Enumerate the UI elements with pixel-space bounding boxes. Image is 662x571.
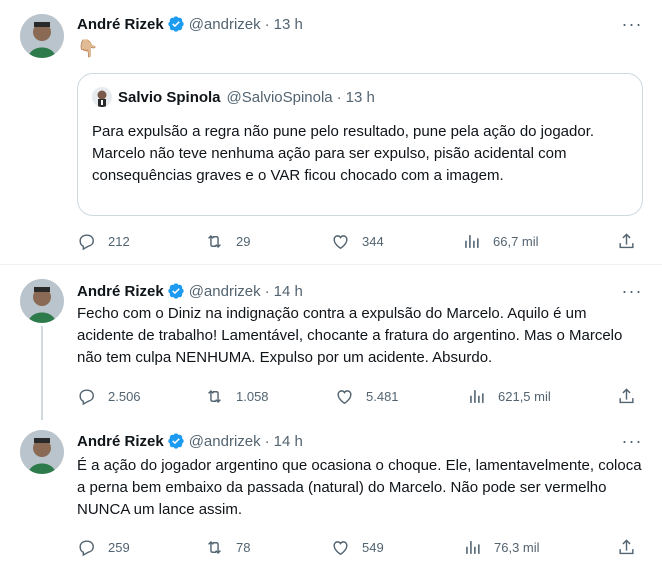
reply-count: 259 [108,539,130,555]
share-icon [619,232,634,248]
reply-icon [79,539,94,556]
retweet-count: 78 [236,539,251,555]
retweet-count: 29 [236,233,251,249]
retweet-icon [208,234,221,248]
like-count: 344 [362,233,384,249]
like-icon [337,389,352,404]
quoted-tweet[interactable]: Salvio Spinola @SalvioSpinola · 13 h Par… [77,73,643,216]
separator: · [264,432,270,450]
retweet-button[interactable]: 78 [205,535,250,559]
author-name[interactable]: André Rizek [77,16,164,33]
more-icon[interactable]: ··· [622,431,642,451]
like-count: 5.481 [366,388,399,404]
tweet-text: Fecho com o Diniz na indignação contra a… [77,305,623,366]
like-count: 549 [362,539,384,555]
quote-author-name: Salvio Spinola [118,88,221,106]
quote-author-handle: @SalvioSpinola [226,88,333,106]
quote-text: Para expulsão a regra não pune pelo resu… [92,121,628,187]
views-icon [466,540,480,554]
views-count: 621,5 mil [498,388,551,404]
views-button[interactable]: 66,7 mil [462,229,539,253]
reply-count: 212 [108,233,130,249]
views-icon [470,389,484,403]
separator: · [336,88,342,106]
share-icon [619,387,634,403]
verified-badge-icon [167,282,185,300]
views-count: 66,7 mil [493,233,539,249]
like-icon [333,234,348,249]
share-icon [619,538,634,554]
views-button[interactable]: 621,5 mil [467,384,551,408]
action-bar: 2.506 1.058 5.481 621,5 mil [77,384,643,408]
like-button[interactable]: 344 [331,229,384,253]
quote-timestamp: 13 h [345,88,375,106]
quote-avatar [92,87,112,107]
retweet-button[interactable]: 29 [205,229,250,253]
verified-badge-icon [167,15,185,33]
separator: · [264,282,270,300]
author-handle[interactable]: @andrizek [189,16,261,33]
views-icon [465,234,479,248]
timestamp[interactable]: 14 h [274,433,303,450]
verified-badge-icon [167,432,185,450]
like-button[interactable]: 5.481 [335,384,399,408]
quote-header: Salvio Spinola @SalvioSpinola · 13 h [92,87,375,107]
avatar[interactable] [20,430,64,474]
retweet-icon [208,389,221,403]
tweet-3[interactable]: André Rizek @andrizek · 14 h ··· É a açã… [0,425,662,571]
thread-connector [41,326,43,420]
timestamp[interactable]: 14 h [274,283,303,300]
reply-button[interactable]: 2.506 [77,384,141,408]
author-name[interactable]: André Rizek [77,283,164,300]
retweet-count: 1.058 [236,388,269,404]
timestamp[interactable]: 13 h [274,16,303,33]
retweet-button[interactable]: 1.058 [205,384,269,408]
more-icon[interactable]: ··· [622,281,642,301]
quote-line: Marcelo não teve nenhuma ação para ser e… [92,145,567,184]
reply-icon [79,233,94,250]
like-icon [333,540,348,555]
avatar[interactable] [20,279,64,323]
share-button[interactable] [617,229,648,253]
views-count: 76,3 mil [494,539,540,555]
author-handle[interactable]: @andrizek [189,283,261,300]
tweet-header: André Rizek @andrizek · 13 h [77,13,303,35]
tweet-1[interactable]: André Rizek @andrizek · 13 h ··· 👇🏼 Salv… [0,0,662,263]
reply-button[interactable]: 259 [77,535,130,559]
like-button[interactable]: 549 [331,535,384,559]
reply-icon [79,388,94,405]
reply-button[interactable]: 212 [77,229,130,253]
tweet-header: André Rizek @andrizek · 14 h [77,280,303,302]
tweet-text: É a ação do jogador argentino que ocasio… [77,457,642,518]
avatar[interactable] [20,14,64,58]
action-bar: 259 78 549 76,3 mil [77,535,643,559]
action-bar: 212 29 344 66,7 mil [77,229,643,253]
tweet-header: André Rizek @andrizek · 14 h [77,430,303,452]
more-icon[interactable]: ··· [622,14,642,34]
separator: · [264,15,270,33]
author-name[interactable]: André Rizek [77,433,164,450]
author-handle[interactable]: @andrizek [189,433,261,450]
share-button[interactable] [617,535,648,559]
views-button[interactable]: 76,3 mil [463,535,540,559]
tweet-text: 👇🏼 [77,39,99,58]
retweet-icon [208,540,221,554]
share-button[interactable] [617,384,648,408]
quote-line: Para expulsão a regra não pune pelo resu… [92,123,595,140]
tweet-2[interactable]: André Rizek @andrizek · 14 h ··· Fecho c… [0,265,662,425]
reply-count: 2.506 [108,388,141,404]
